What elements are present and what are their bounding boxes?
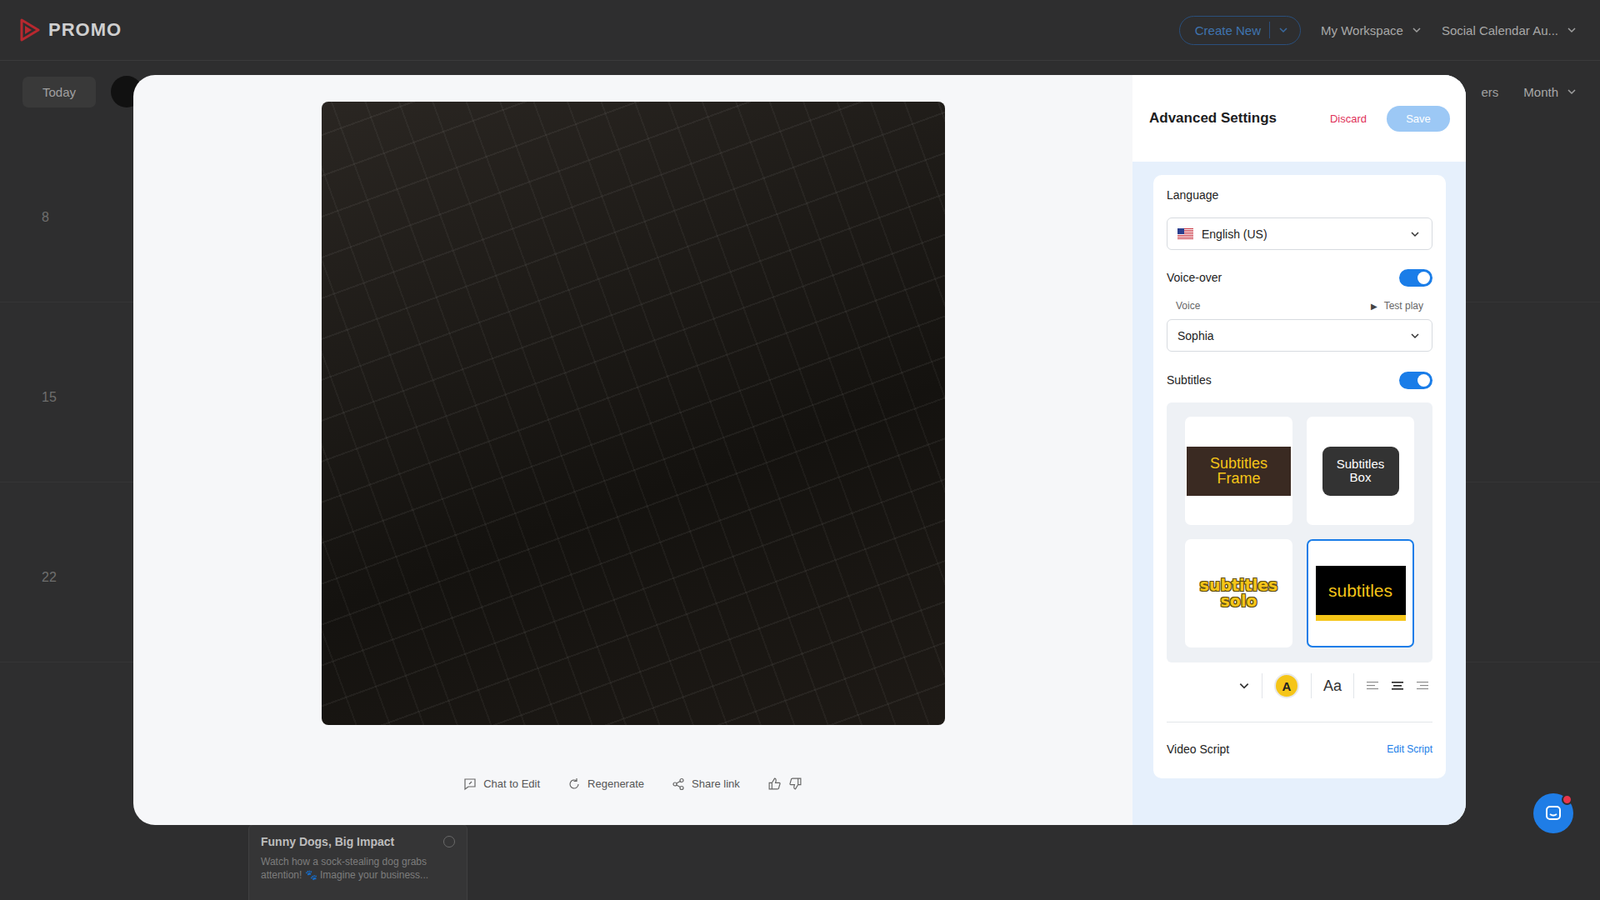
preview-action[interactable]: Chat to Edit: [463, 777, 540, 791]
chevron-down-icon: [1410, 330, 1420, 341]
chat-widget[interactable]: [1533, 793, 1574, 834]
subtitle-style-option[interactable]: Subtitles Box: [1306, 416, 1415, 525]
chat-edit-icon: [463, 777, 477, 791]
subtitle-format-toolbar: A Aa: [1166, 673, 1433, 699]
day-number: 8: [41, 210, 50, 225]
create-new-button[interactable]: Create New: [1179, 15, 1301, 45]
align-right-icon[interactable]: [1415, 680, 1430, 692]
chevron-down-icon: [1566, 25, 1577, 35]
logo[interactable]: PROMO: [20, 18, 122, 42]
thumbs-down-icon[interactable]: [788, 776, 803, 791]
share-icon: [671, 777, 685, 791]
event-card[interactable]: Funny Dogs, Big Impact Watch how a sock-…: [248, 824, 468, 900]
chevron-down-icon[interactable]: [1238, 680, 1250, 692]
preview-area: Chat to Edit Regenerate Share link: [133, 75, 1133, 825]
voice-over-toggle[interactable]: [1399, 269, 1433, 287]
save-button[interactable]: Save: [1386, 105, 1450, 132]
voice-over-label: Voice-over: [1166, 270, 1222, 285]
video-modal: Chat to Edit Regenerate Share link Advan…: [133, 75, 1466, 825]
us-flag-icon: [1177, 228, 1194, 240]
today-button[interactable]: Today: [22, 76, 96, 108]
chevron-down-icon: [1410, 229, 1420, 240]
subtitle-styles: Subtitles FrameSubtitles Boxsubtitles so…: [1166, 402, 1433, 663]
chevron-down-icon: [1566, 86, 1577, 97]
panel-title: Advanced Settings: [1149, 110, 1277, 127]
edit-script-link[interactable]: Edit Script: [1386, 743, 1433, 755]
subtitles-label: Subtitles: [1166, 373, 1212, 387]
day-number: 22: [41, 570, 57, 585]
voice-select[interactable]: Sophia: [1166, 319, 1433, 352]
filters-button[interactable]: ers: [1480, 85, 1499, 100]
screen: PROMO Create New My Workspace Social Cal…: [0, 0, 1600, 900]
video-script-label: Video Script: [1166, 742, 1230, 756]
play-logo-icon: [20, 18, 40, 42]
chevron-down-icon: [1411, 25, 1422, 35]
regenerate-icon: [567, 777, 581, 791]
thumbs-up-icon[interactable]: [767, 776, 782, 791]
text-color-button[interactable]: A: [1274, 673, 1300, 699]
preview-action[interactable]: Share link: [671, 777, 740, 791]
align-center-icon[interactable]: [1390, 680, 1405, 692]
chevron-down-icon: [1278, 25, 1289, 35]
settings-card: Language English (US) Voice-over Voice ▶…: [1153, 175, 1446, 779]
chat-bubble-icon: [1544, 804, 1563, 823]
language-label: Language: [1166, 188, 1433, 202]
language-select[interactable]: English (US): [1166, 217, 1433, 250]
preview-action[interactable]: Regenerate: [567, 777, 645, 791]
advanced-settings-panel: Advanced Settings Discard Save Language …: [1132, 75, 1466, 825]
subtitles-toggle[interactable]: [1399, 371, 1433, 390]
video-preview[interactable]: [321, 101, 945, 725]
view-select[interactable]: Month: [1523, 85, 1577, 100]
align-left-icon[interactable]: [1365, 680, 1380, 692]
voice-label: Voice: [1175, 300, 1200, 312]
discard-button[interactable]: Discard: [1330, 112, 1367, 125]
top-menu[interactable]: Social Calendar Au...: [1441, 23, 1577, 38]
subtitle-style-option[interactable]: Subtitles Frame: [1185, 416, 1293, 525]
top-menu[interactable]: My Workspace: [1320, 23, 1422, 38]
top-bar: PROMO Create New My Workspace Social Cal…: [0, 0, 1600, 61]
subtitle-style-option[interactable]: subtitles solo: [1185, 539, 1293, 648]
preview-actions: Chat to Edit Regenerate Share link: [463, 776, 803, 791]
day-number: 15: [41, 390, 57, 405]
font-button[interactable]: Aa: [1323, 677, 1342, 695]
test-play-button[interactable]: ▶Test play: [1370, 300, 1424, 312]
unread-dot: [1561, 794, 1573, 805]
subtitle-style-option[interactable]: subtitles: [1306, 539, 1415, 648]
info-icon[interactable]: [443, 835, 455, 848]
